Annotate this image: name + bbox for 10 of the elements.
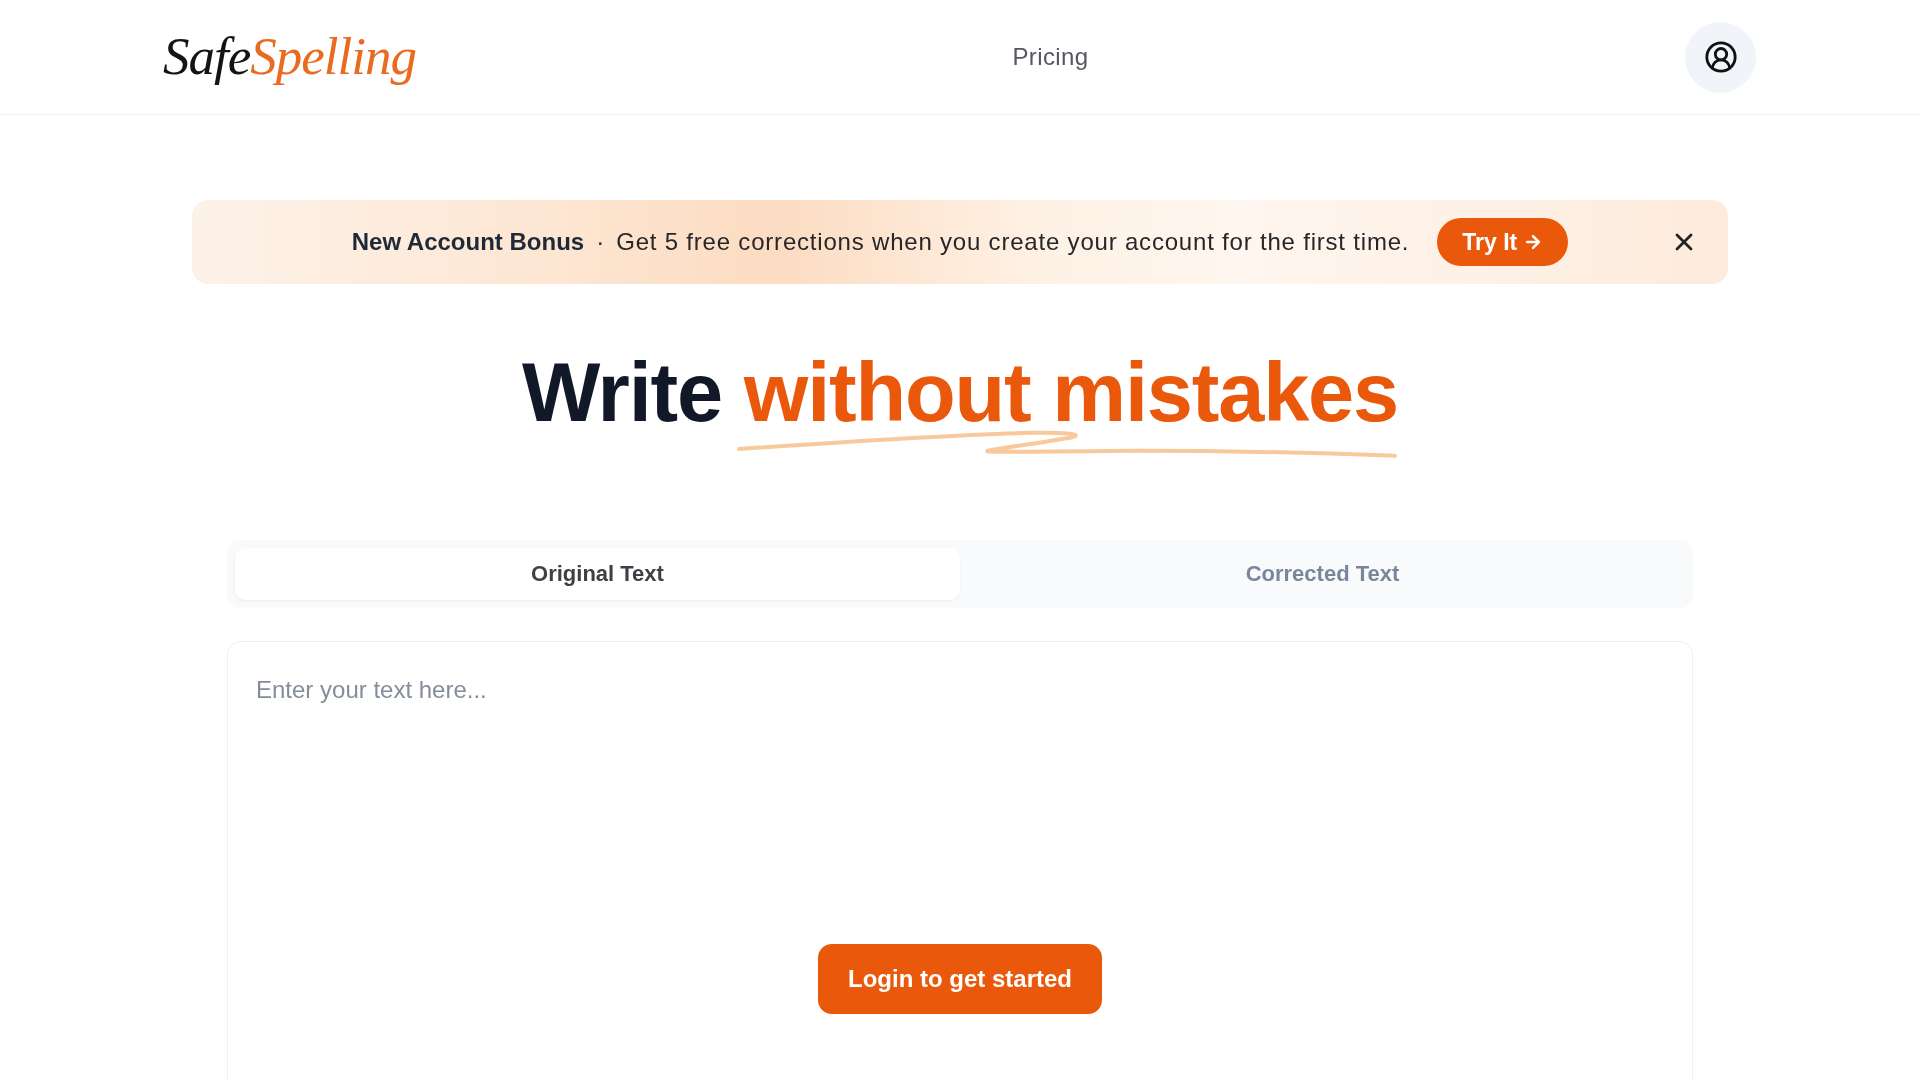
pricing-link[interactable]: Pricing	[1012, 43, 1089, 71]
banner-message: Get 5 free corrections when you create your account for the first time.	[616, 228, 1410, 256]
user-icon	[1703, 40, 1738, 74]
login-button[interactable]: Login to get started	[818, 944, 1102, 1014]
banner-title: New Account Bonus	[351, 228, 585, 256]
editor-tab[interactable]: Original Text	[235, 548, 960, 600]
try-it-button[interactable]: Try It	[1437, 218, 1569, 266]
banner-separator: ·	[596, 228, 605, 256]
logo[interactable]: SafeSpelling	[163, 25, 416, 89]
page-heading: Write without mistakes	[521, 358, 1399, 428]
